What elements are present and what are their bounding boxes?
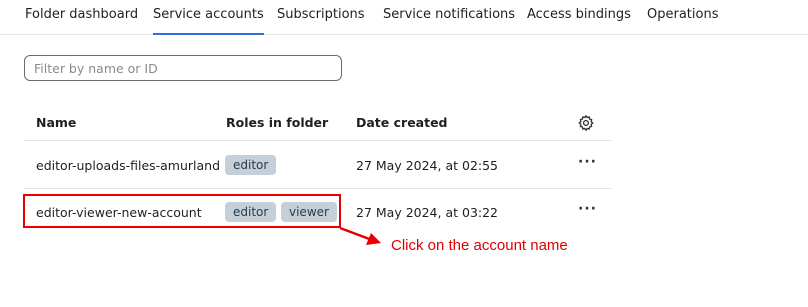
annotation-arrow-icon: [339, 226, 381, 245]
annotation-text: Click on the account name: [391, 237, 568, 254]
